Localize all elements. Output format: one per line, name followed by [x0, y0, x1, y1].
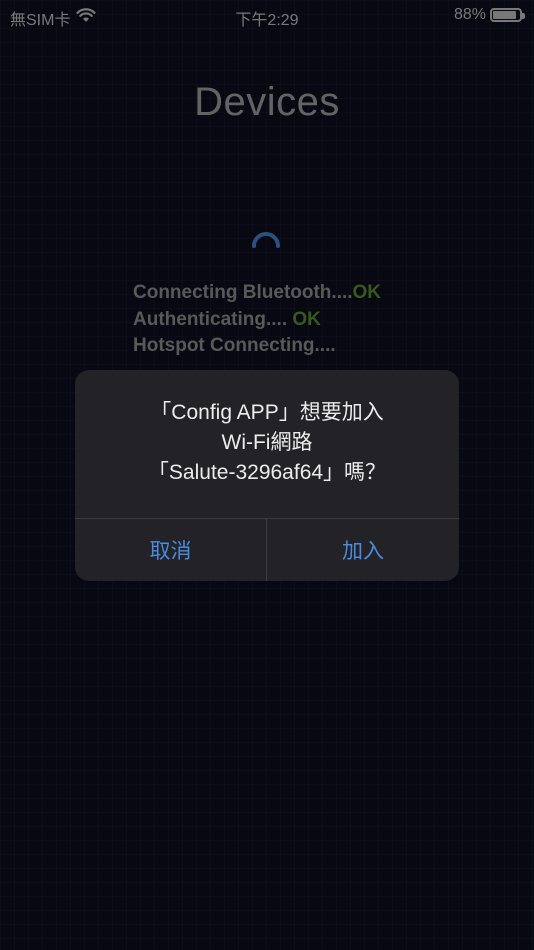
- wifi-join-dialog: 「Config APP」想要加入 Wi-Fi網路 「Salute-3296af6…: [75, 370, 459, 581]
- dialog-message-line1: 「Config APP」想要加入: [150, 401, 384, 424]
- dialog-message-line3: 「Salute-3296af64」嗎？: [147, 461, 387, 484]
- cancel-button[interactable]: 取消: [75, 519, 266, 581]
- dialog-message: 「Config APP」想要加入 Wi-Fi網路 「Salute-3296af6…: [75, 398, 459, 488]
- join-button[interactable]: 加入: [267, 519, 459, 581]
- dialog-message-line2: Wi-Fi網路: [221, 431, 313, 454]
